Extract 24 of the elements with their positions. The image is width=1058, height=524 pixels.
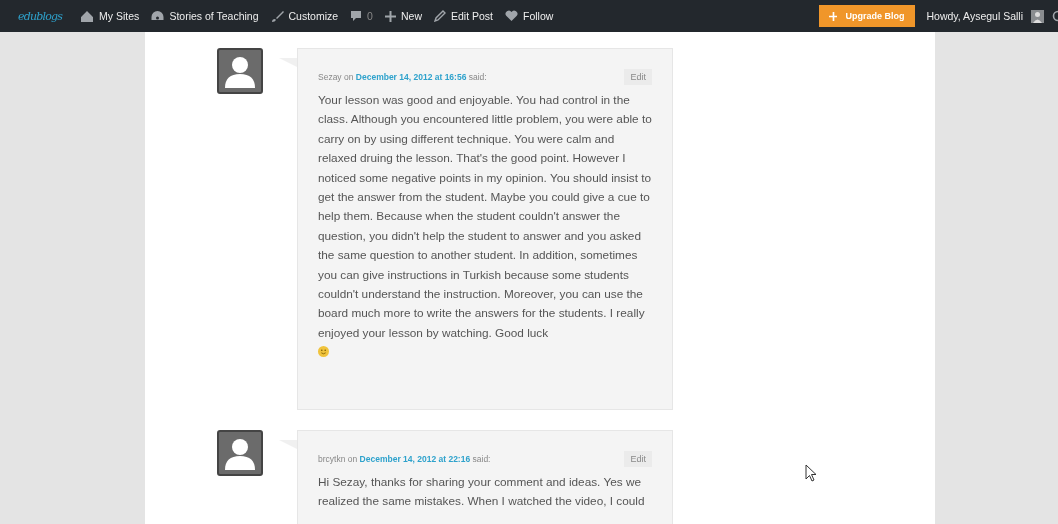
cursor-icon [805,464,817,482]
avatar-icon [1031,9,1044,23]
plus-icon [384,10,396,22]
heart-icon [505,10,518,22]
comment-text: Your lesson was good and enjoyable. You had control in the class. Although you encountered little problem, you were able to carry on by using different technique. You were calm and relaxed druing the lesson. That's the good point. However I noticed some negative points in my opinion. You should insist to get the answer from the student. Maybe you could give a cue to help them. Because when the student couldn't answer the question, you didn't help the student to answer and you asked the same question to another student. In addition, sometimes you can give instructions in Turkish because some students couldn't understand the instruction. Moreover, you can use the board much more to write the answers for the students. I really enjoyed your lesson by watching. Good luck [318,92,652,342]
comment-text: Hi Sezay, thanks for sharing your comment and ideas. Yes we realized the same mistakes. When I watched the video, I could [318,474,646,511]
pencil-icon [433,10,446,22]
account-link[interactable]: Howdy, Aysegul Salli [926,9,1044,23]
comment-byline: brcytkn on December 14, 2012 at 22:16 said: [318,454,491,464]
plus-icon [828,10,838,22]
toolbar-link[interactable]: 0 [350,10,373,22]
comment-icon [350,10,363,22]
site-logo[interactable]: edublogs [18,9,63,23]
toolbar-link[interactable]: Customize [270,9,339,23]
avatar-icon [217,48,263,94]
toolbar-link[interactable]: Follow [505,10,554,22]
comment-byline: Sezay on December 14, 2012 at 16:56 said: [318,72,487,82]
dashboard-icon [151,9,165,23]
brush-icon [270,9,284,23]
toolbar-link[interactable]: Edit Post [433,10,493,22]
toolbar-link[interactable]: Stories of Teaching [151,9,259,23]
avatar-icon [217,430,263,476]
toolbar-link[interactable]: My Sites [80,9,140,23]
toolbar-link[interactable]: New [384,10,422,22]
